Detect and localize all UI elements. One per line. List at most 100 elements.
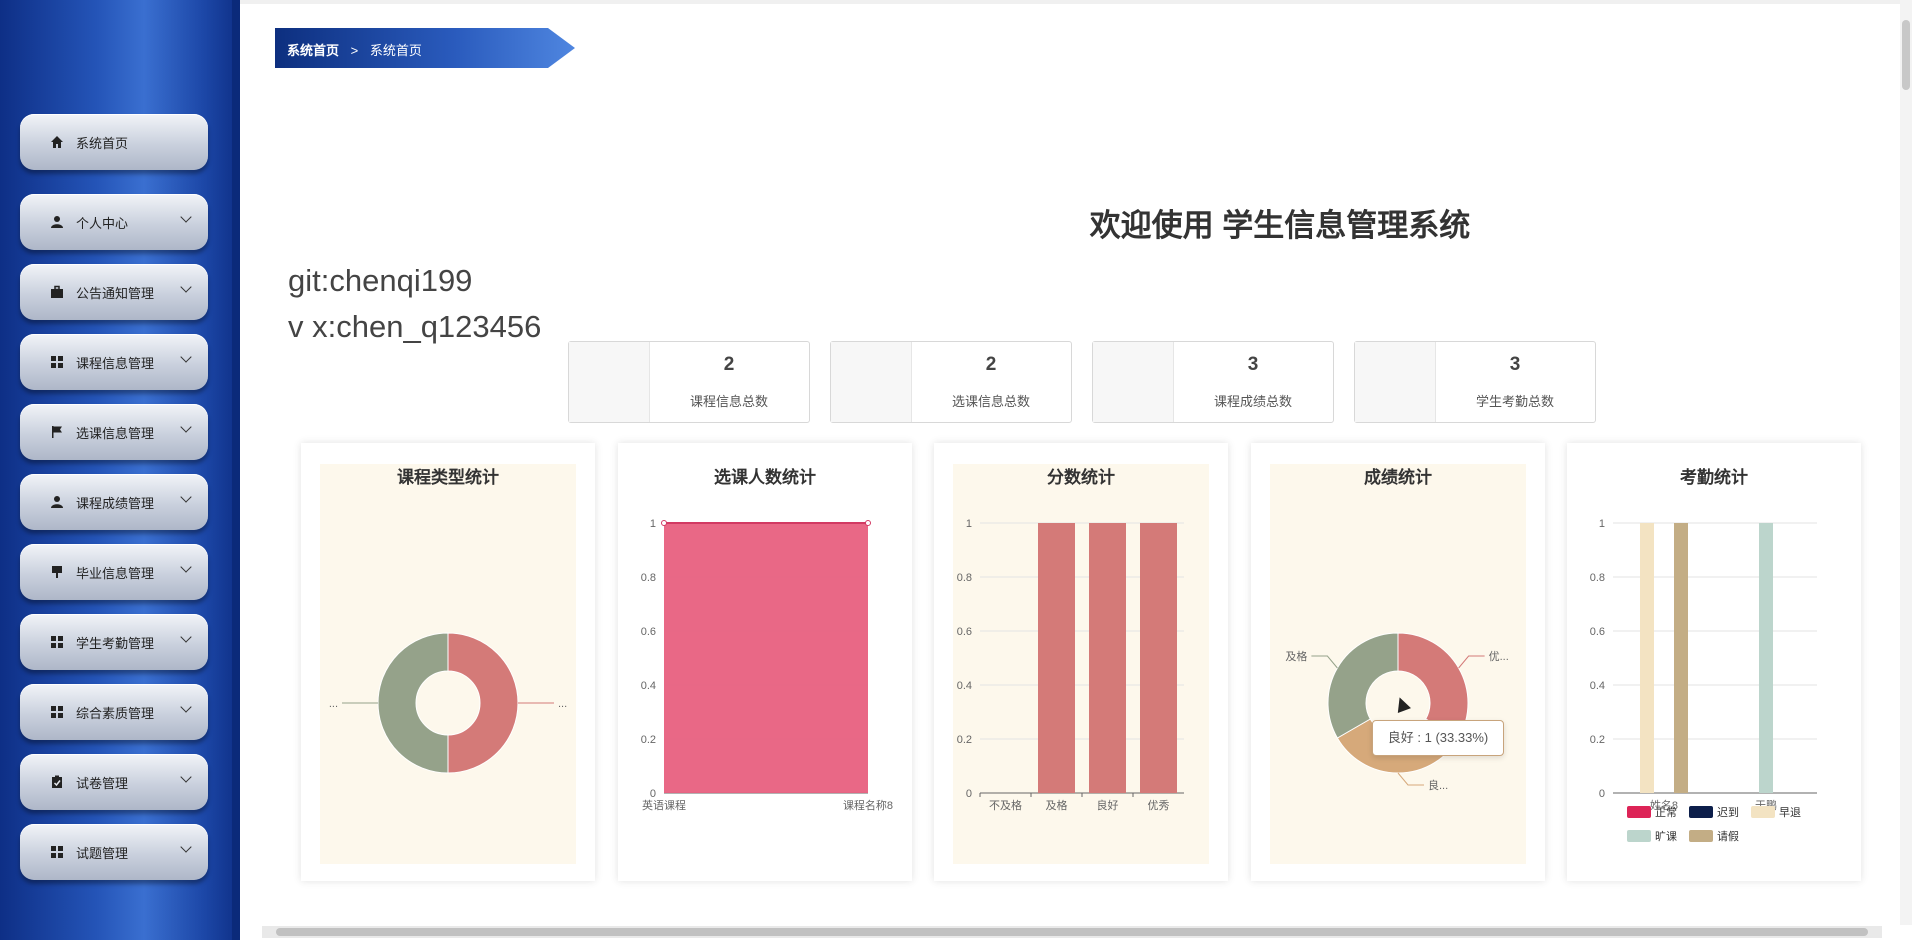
pie-label: 良... <box>1428 778 1448 792</box>
y-tick-label: 0.8 <box>957 572 972 584</box>
y-tick-label: 0.2 <box>1590 734 1605 746</box>
sidebar-item-label: 个人中心 <box>76 215 129 231</box>
sidebar-item-label: 系统首页 <box>76 135 129 151</box>
sidebar: 系统首页 个人中心 公告通知管理 课程信息管理 选课信息管理 课程成绩管理 毕业… <box>0 0 240 940</box>
sidebar-item-label: 课程成绩管理 <box>76 495 155 511</box>
sidebar-item-label: 试题管理 <box>76 845 129 861</box>
pie-slice <box>447 632 519 774</box>
legend-label: 早退 <box>1779 806 1801 819</box>
sidebar-item-enrollment[interactable]: 选课信息管理 <box>20 404 208 460</box>
stat-icon <box>1355 342 1436 422</box>
chevron-down-icon <box>180 281 192 293</box>
pie-label-line <box>1458 655 1485 669</box>
y-tick-label: 0.6 <box>1590 626 1605 638</box>
pie-slice <box>377 632 449 774</box>
breadcrumb: 系统首页 > 系统首页 <box>275 28 575 68</box>
contact-wx: v x:chen_q123456 <box>288 309 542 344</box>
sidebar-item-course-info[interactable]: 课程信息管理 <box>20 334 208 390</box>
user-icon <box>50 215 64 229</box>
sidebar-item-label: 公告通知管理 <box>76 285 155 301</box>
bar <box>1759 523 1773 793</box>
flag-icon <box>50 425 64 439</box>
y-tick-label: 0 <box>1599 788 1605 800</box>
sidebar-item-quality[interactable]: 综合素质管理 <box>20 684 208 740</box>
stat-course-info: 2 课程信息总数 <box>568 341 810 423</box>
legend-swatch <box>1689 830 1713 842</box>
clipboard-icon <box>50 775 64 789</box>
sidebar-item-label: 毕业信息管理 <box>76 565 155 581</box>
chevron-down-icon <box>180 561 192 573</box>
y-tick-label: 0.8 <box>1590 572 1605 584</box>
legend-label: 迟到 <box>1717 806 1739 819</box>
x-tick-label: 英语课程 <box>642 798 686 812</box>
sidebar-item-label: 选课信息管理 <box>76 425 155 441</box>
card-attendance: 考勤统计 00.20.40.60.81姓名8于鹏正常迟到早退旷课请假 <box>1567 443 1861 881</box>
bar <box>1038 523 1075 793</box>
chevron-down-icon <box>180 211 192 223</box>
sidebar-item-graduation[interactable]: 毕业信息管理 <box>20 544 208 600</box>
user-icon <box>50 495 64 509</box>
stat-value: 3 <box>1509 354 1521 375</box>
stat-attendance: 3 学生考勤总数 <box>1354 341 1596 423</box>
sidebar-item-label: 课程信息管理 <box>76 355 155 371</box>
sidebar-item-attendance[interactable]: 学生考勤管理 <box>20 614 208 670</box>
stat-label: 课程信息总数 <box>689 394 768 409</box>
area-fill <box>664 523 868 793</box>
y-tick-label: 0 <box>650 788 656 800</box>
briefcase-icon <box>50 285 64 299</box>
breadcrumb-home-link[interactable]: 系统首页 <box>287 43 339 58</box>
vertical-scrollbar[interactable] <box>1900 0 1912 925</box>
legend-swatch <box>1751 806 1775 818</box>
data-point <box>661 520 667 526</box>
stat-value: 2 <box>723 354 735 375</box>
contact-git: git:chenqi199 <box>288 263 473 298</box>
bar <box>1640 523 1654 793</box>
card-enrollment: 选课人数统计 0 0.2 0.4 0.6 0.8 1 英语课程 课程名称8 <box>618 443 912 881</box>
y-tick-label: 0.4 <box>957 680 972 692</box>
horizontal-scrollbar[interactable] <box>262 926 1882 938</box>
stat-icon <box>831 342 912 422</box>
grid-icon <box>50 845 64 859</box>
bar <box>1674 523 1688 793</box>
sidebar-item-course-scores[interactable]: 课程成绩管理 <box>20 474 208 530</box>
card-course-type: 课程类型统计 ...... <box>301 443 595 881</box>
scrollbar-thumb[interactable] <box>1902 20 1910 90</box>
data-point <box>865 520 871 526</box>
stat-icon <box>1093 342 1174 422</box>
pie-label-line <box>1311 655 1338 669</box>
stat-value: 2 <box>985 354 997 375</box>
stat-icon <box>569 342 650 422</box>
home-icon <box>50 135 64 149</box>
stat-enrollment: 2 选课信息总数 <box>830 341 1072 423</box>
contact-info: git:chenqi199 v x:chen_q123456 <box>288 258 541 350</box>
sidebar-item-notice[interactable]: 公告通知管理 <box>20 264 208 320</box>
legend-swatch <box>1627 830 1651 842</box>
enrollment-chart: 0 0.2 0.4 0.6 0.8 1 英语课程 课程名称8 <box>641 518 893 812</box>
grid-icon <box>50 355 64 369</box>
sidebar-item-label: 学生考勤管理 <box>76 635 155 651</box>
x-tick-label: 课程名称8 <box>843 798 893 812</box>
y-tick-label: 0.4 <box>1590 680 1605 692</box>
legend-label: 正常 <box>1655 806 1677 819</box>
sidebar-item-exam-paper[interactable]: 试卷管理 <box>20 754 208 810</box>
chevron-down-icon <box>180 421 192 433</box>
pie-label-line <box>1397 772 1424 786</box>
breadcrumb-separator: > <box>350 43 359 58</box>
x-tick-label: 优秀 <box>1148 799 1170 812</box>
y-tick-label: 0.6 <box>641 626 656 638</box>
legend-swatch <box>1627 806 1651 818</box>
chevron-down-icon <box>180 701 192 713</box>
sidebar-item-questions[interactable]: 试题管理 <box>20 824 208 880</box>
sidebar-item-personal-center[interactable]: 个人中心 <box>20 194 208 250</box>
pie-label: 及格 <box>1285 649 1307 663</box>
sidebar-item-label: 综合素质管理 <box>76 705 155 721</box>
stat-label: 选课信息总数 <box>951 394 1030 409</box>
sidebar-item-label: 试卷管理 <box>76 775 129 791</box>
y-tick-label: 1 <box>1599 518 1605 530</box>
y-tick-label: 0.2 <box>641 734 656 746</box>
y-tick-label: 1 <box>966 518 972 530</box>
y-tick-label: 0.8 <box>641 572 656 584</box>
scrollbar-thumb[interactable] <box>276 928 1868 936</box>
stat-scores: 3 课程成绩总数 <box>1092 341 1334 423</box>
sidebar-item-home[interactable]: 系统首页 <box>20 114 208 170</box>
